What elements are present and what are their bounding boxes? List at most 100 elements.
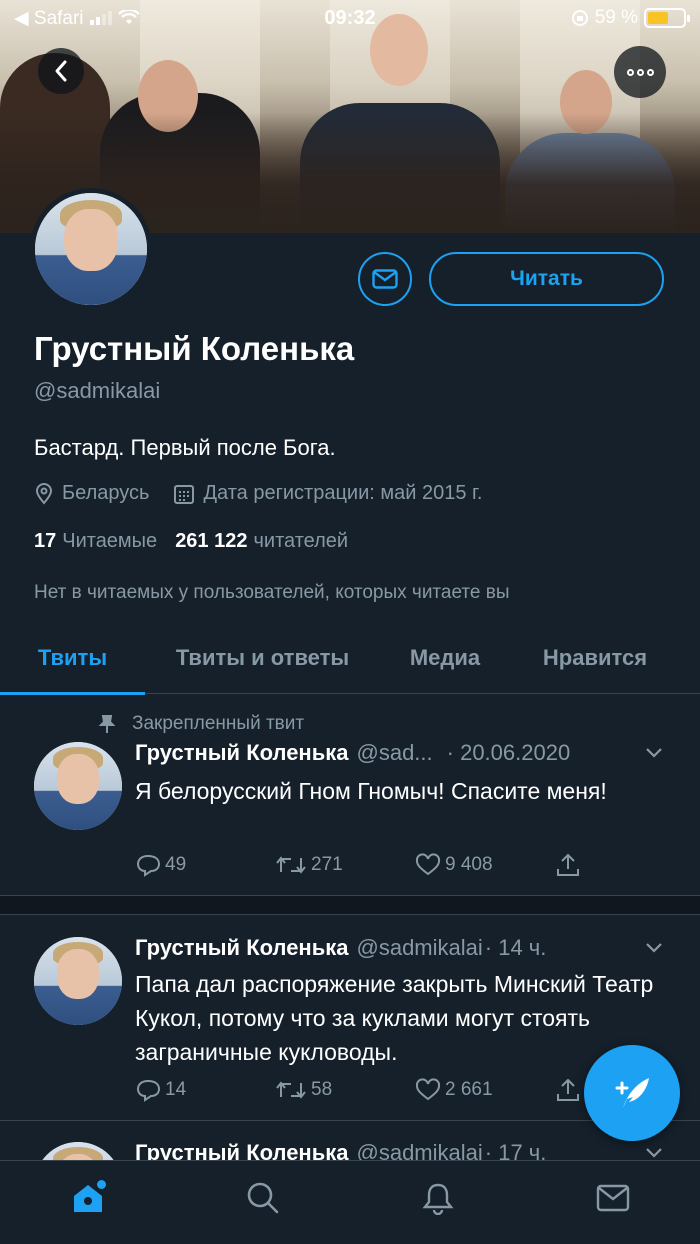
like-button[interactable]: 2 661 <box>415 1078 555 1102</box>
profile-location: Беларусь <box>62 482 150 504</box>
battery-percent: 59 % <box>594 7 638 28</box>
nav-messages[interactable] <box>583 1168 643 1228</box>
like-button[interactable]: 9 408 <box>415 853 555 877</box>
tab-label: Твиты <box>37 645 108 670</box>
retweet-button[interactable]: 58 <box>275 1079 415 1101</box>
calendar-icon <box>174 484 195 504</box>
status-time: 09:32 <box>324 6 376 29</box>
retweet-count: 271 <box>311 854 343 875</box>
tab-media[interactable]: Медиа <box>380 622 510 694</box>
tab-likes[interactable]: Нравится <box>510 622 680 694</box>
tweet-text: Я белорусский Гном Гномыч! Спасите меня! <box>135 778 607 804</box>
like-count: 2 661 <box>445 1079 493 1100</box>
like-icon <box>415 853 441 876</box>
tweet-avatar[interactable] <box>34 937 122 1025</box>
compose-icon <box>615 1078 649 1108</box>
pinned-label: Закрепленный твит <box>98 713 304 735</box>
pin-icon <box>98 715 116 733</box>
back-icon <box>55 60 67 82</box>
tweet-text: Папа дал распоряжение закрыть Минский Те… <box>135 971 654 1065</box>
tweet-actions: 49 271 9 408 <box>135 852 595 878</box>
tab-label: Твиты и ответы <box>175 645 350 670</box>
chevron-down-icon[interactable] <box>644 1146 664 1160</box>
tweet-header: Грустный Коленька @sad... · 20.06.2020 <box>135 740 664 766</box>
status-right: 59 % <box>571 7 690 29</box>
reply-count: 49 <box>165 854 187 875</box>
reply-icon <box>136 854 161 877</box>
share-icon <box>557 853 579 876</box>
tweet-time: · 14 ч. <box>484 935 547 960</box>
followers-count: 261 122 <box>175 530 248 552</box>
tweet-author[interactable]: Грустный Коленька <box>135 740 349 766</box>
tweet-handle: @sadmikalai <box>356 935 483 960</box>
retweet-count: 58 <box>311 1079 333 1100</box>
tweet-time: · 20.06.2020 <box>446 740 571 765</box>
notifications-icon <box>422 1183 453 1215</box>
tweet-item[interactable]: Закрепленный твит Грустный Коленька @sad… <box>0 695 700 895</box>
chevron-down-icon[interactable] <box>644 746 664 760</box>
tab-label: Медиа <box>409 645 481 670</box>
profile-stats: 17 Читаемые 261 122 читателей <box>34 530 348 553</box>
more-icon <box>626 68 634 76</box>
tweet-header: Грустный Коленька @sadmikalai · 14 ч. <box>135 935 664 961</box>
tweet-avatar[interactable] <box>34 742 122 830</box>
tweet-item[interactable]: Грустный Коленька @sadmikalai · 17 ч. <box>0 1120 700 1160</box>
tweet-time: · 17 ч. <box>484 1140 547 1160</box>
messages-icon <box>596 1184 629 1211</box>
tweet-author[interactable]: Грустный Коленька <box>135 1140 349 1160</box>
like-icon <box>415 1078 441 1101</box>
mail-icon <box>372 269 398 289</box>
following-label: Читаемые <box>62 530 158 552</box>
following-link[interactable]: 17 Читаемые <box>34 530 157 553</box>
orientation-lock-icon <box>571 10 588 26</box>
followers-label: читателей <box>253 530 349 552</box>
back-to-app-link[interactable]: ◀ Safari <box>14 7 84 30</box>
signal-icon <box>89 11 112 25</box>
follow-button[interactable]: Читать <box>429 252 664 306</box>
search-icon <box>247 1182 278 1213</box>
retweet-button[interactable]: 271 <box>275 854 415 876</box>
profile-handle: @sadmikalai <box>34 378 161 403</box>
nav-search[interactable] <box>233 1168 293 1228</box>
profile-meta: Беларусь Дата регистрации: май 2015 г. <box>34 482 498 505</box>
like-count: 9 408 <box>445 854 493 875</box>
nav-notifications[interactable] <box>408 1168 468 1228</box>
following-count: 17 <box>34 530 57 552</box>
followers-link[interactable]: 261 122 читателей <box>175 530 348 553</box>
reply-button[interactable]: 49 <box>135 853 275 877</box>
tweet-avatar[interactable] <box>34 1142 122 1160</box>
profile-tabs: Твиты Твиты и ответы Медиа Нравится <box>0 622 700 695</box>
compose-tweet-button[interactable] <box>584 1045 680 1141</box>
pinned-text: Закрепленный твит <box>132 713 305 734</box>
message-button[interactable] <box>358 252 412 306</box>
tab-tweets[interactable]: Твиты <box>0 622 145 695</box>
tweet-handle: @sadmikalai <box>356 1140 483 1160</box>
status-left: ◀ Safari <box>14 7 140 30</box>
bottom-nav <box>0 1160 700 1244</box>
profile-avatar[interactable] <box>30 188 152 310</box>
retweet-icon <box>276 856 306 874</box>
tweet-handle: @sad... <box>356 740 433 765</box>
profile-bio: Бастард. Первый после Бога. <box>34 435 336 460</box>
tweet-divider <box>0 895 700 915</box>
chevron-down-icon[interactable] <box>644 941 664 955</box>
tab-label: Нравится <box>542 645 648 670</box>
common-followers-note: Нет в читаемых у пользователей, которых … <box>34 582 510 603</box>
tab-tweets-and-replies[interactable]: Твиты и ответы <box>145 622 380 694</box>
share-button[interactable] <box>555 852 581 878</box>
tweet-author[interactable]: Грустный Коленька <box>135 935 349 961</box>
profile-joined: Дата регистрации: май 2015 г. <box>203 482 483 504</box>
tweet-actions: 14 58 2 661 <box>135 1077 595 1103</box>
share-button[interactable] <box>555 1077 581 1103</box>
nav-home[interactable] <box>58 1168 118 1228</box>
more-button[interactable] <box>614 46 666 98</box>
new-content-dot <box>96 1179 106 1189</box>
wifi-icon <box>117 10 140 24</box>
share-icon <box>557 1078 579 1101</box>
reply-button[interactable]: 14 <box>135 1078 275 1102</box>
back-button[interactable] <box>38 48 84 94</box>
reply-count: 14 <box>165 1079 187 1100</box>
profile-name: Грустный Коленька <box>34 330 355 367</box>
location-icon <box>35 482 53 505</box>
retweet-icon <box>276 1081 306 1099</box>
